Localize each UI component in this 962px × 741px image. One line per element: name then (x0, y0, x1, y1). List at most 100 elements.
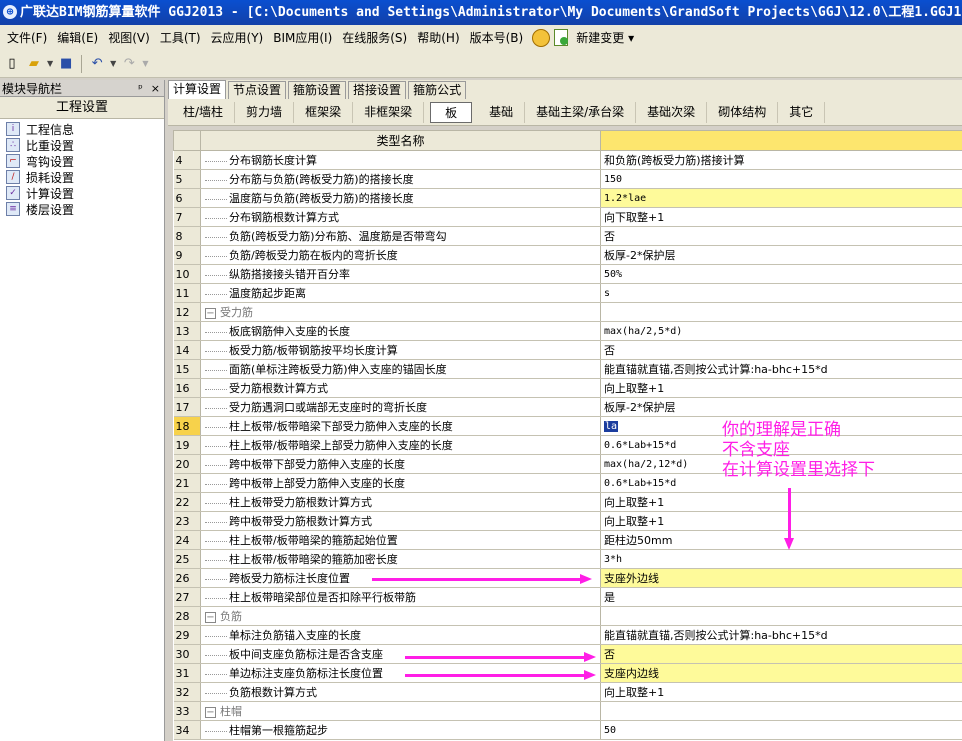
menu-tools[interactable]: 工具(T) (155, 27, 206, 49)
setting-value-cell[interactable]: 否 (600, 340, 962, 360)
grid-row[interactable]: 22 柱上板带受力筋根数计算方式 向上取整+1 (173, 492, 962, 512)
grid-category-row[interactable]: 28− 负筋 (173, 606, 962, 626)
subtab-foundation-main-beam[interactable]: 基础主梁/承台梁 (525, 101, 637, 123)
subtab-foundation-secondary-beam[interactable]: 基础次梁 (636, 101, 708, 123)
setting-value-cell[interactable]: 支座外边线 (600, 568, 962, 588)
grid-category-row[interactable]: 12− 受力筋 (173, 302, 962, 322)
grid-row[interactable]: 32 负筋根数计算方式 向上取整+1 (173, 682, 962, 702)
nav-item-hook[interactable]: ⌐ 弯钩设置 (0, 153, 164, 169)
setting-value-cell[interactable]: 否 (600, 644, 962, 664)
grid-row[interactable]: 31 单边标注支座负筋标注长度位置 支座内边线 (173, 663, 962, 683)
subtab-non-frame-beam[interactable]: 非框架梁 (353, 101, 425, 123)
grid-row[interactable]: 9 负筋/跨板受力筋在板内的弯折长度 板厚-2*保护层 (173, 245, 962, 265)
grid-row[interactable]: 16 受力筋根数计算方式 向上取整+1 (173, 378, 962, 398)
menu-file[interactable]: 文件(F) (2, 27, 52, 49)
grid-row[interactable]: 24 柱上板带/板带暗梁的箍筋起始位置 距柱边50mm (173, 530, 962, 550)
nav-item-loss[interactable]: / 损耗设置 (0, 169, 164, 185)
setting-value-cell[interactable]: 能直锚就直锚,否则按公式计算:ha-bhc+15*d (600, 359, 962, 379)
grid-row[interactable]: 5 分布筋与负筋(跨板受力筋)的搭接长度 150 (173, 169, 962, 189)
grid-row[interactable]: 30 板中间支座负筋标注是否含支座 否 (173, 644, 962, 664)
grid-row[interactable]: 34 柱帽第一根箍筋起步 50 (173, 720, 962, 740)
grid-row[interactable]: 14 板受力筋/板带钢筋按平均长度计算 否 (173, 340, 962, 360)
grid-row[interactable]: 27 柱上板带暗梁部位是否扣除平行板带筋 是 (173, 587, 962, 607)
setting-value-cell[interactable]: 向上取整+1 (600, 492, 962, 512)
setting-value-cell[interactable]: max(ha/2,5*d) (600, 321, 962, 341)
menu-view[interactable]: 视图(V) (103, 27, 155, 49)
grid-row[interactable]: 11 温度筋起步距离 s (173, 283, 962, 303)
setting-value-cell[interactable]: 支座内边线 (600, 663, 962, 683)
nav-section-project-settings[interactable]: 工程设置 (0, 97, 164, 119)
save-icon[interactable]: ■ (57, 55, 75, 73)
subtab-masonry[interactable]: 砌体结构 (707, 101, 779, 123)
nav-item-project-info[interactable]: i 工程信息 (0, 121, 164, 137)
grid-row[interactable]: 4 分布钢筋长度计算 和负筋(跨板受力筋)搭接计算 (173, 150, 962, 170)
setting-value-cell[interactable]: 50% (600, 264, 962, 284)
tab-lap-settings[interactable]: 搭接设置 (348, 81, 407, 99)
grid-category-row[interactable]: 33− 柱帽 (173, 701, 962, 721)
setting-value-cell[interactable]: s (600, 283, 962, 303)
undo-dropdown-icon[interactable]: ▼ (110, 59, 116, 68)
grid-row[interactable]: 29 单标注负筋锚入支座的长度 能直锚就直锚,否则按公式计算:ha-bhc+15*d (173, 625, 962, 645)
setting-value-cell[interactable]: 板厚-2*保护层 (600, 397, 962, 417)
subtab-foundation[interactable]: 基础 (478, 101, 526, 123)
setting-value-cell[interactable]: 向上取整+1 (600, 511, 962, 531)
setting-value-cell[interactable]: 3*h (600, 549, 962, 569)
tab-node-settings[interactable]: 节点设置 (228, 81, 287, 99)
nav-item-density[interactable]: ∴ 比重设置 (0, 137, 164, 153)
pin-icon[interactable]: ᵖ (138, 82, 143, 95)
setting-value-cell[interactable] (600, 302, 962, 322)
collapse-toggle-icon[interactable]: − (205, 307, 216, 319)
close-icon[interactable]: × (151, 82, 160, 95)
grid-row[interactable]: 10 纵筋搭接接头错开百分率 50% (173, 264, 962, 284)
menu-help[interactable]: 帮助(H) (412, 27, 464, 49)
category-cell: − 柱帽 (200, 701, 601, 721)
new-file-icon[interactable]: ▯ (3, 55, 21, 73)
menu-bim[interactable]: BIM应用(I) (268, 27, 337, 49)
open-folder-icon[interactable]: ▰ (25, 55, 43, 73)
nav-item-floor-settings[interactable]: ≡ 楼层设置 (0, 201, 164, 217)
setting-value-cell[interactable] (600, 606, 962, 626)
grid-row[interactable]: 6 温度筋与负筋(跨板受力筋)的搭接长度 1.2*lae (173, 188, 962, 208)
grid-row[interactable]: 13 板底钢筋伸入支座的长度 max(ha/2,5*d) (173, 321, 962, 341)
subtab-column[interactable]: 柱/墙柱 (172, 101, 236, 123)
setting-value-cell[interactable]: 50 (600, 720, 962, 740)
redo-dropdown-icon[interactable]: ▼ (142, 59, 148, 68)
setting-value-cell[interactable] (600, 701, 962, 721)
subtab-frame-beam[interactable]: 框架梁 (294, 101, 354, 123)
collapse-toggle-icon[interactable]: − (205, 706, 216, 718)
setting-value-cell[interactable]: 是 (600, 587, 962, 607)
subtab-other[interactable]: 其它 (778, 101, 826, 123)
grid-row[interactable]: 23 跨中板带受力筋根数计算方式 向上取整+1 (173, 511, 962, 531)
chevron-down-icon[interactable]: ▼ (47, 59, 53, 68)
subtab-slab[interactable]: 板 (430, 101, 473, 123)
subtab-shear-wall[interactable]: 剪力墙 (235, 101, 295, 123)
setting-value-cell[interactable]: 否 (600, 226, 962, 246)
setting-value-cell[interactable]: 150 (600, 169, 962, 189)
setting-value-cell[interactable]: 向下取整+1 (600, 207, 962, 227)
tab-stirrup-formula[interactable]: 箍筋公式 (408, 81, 467, 99)
setting-value-cell[interactable]: 能直锚就直锚,否则按公式计算:ha-bhc+15*d (600, 625, 962, 645)
grid-row[interactable]: 15 面筋(单标注跨板受力筋)伸入支座的锚固长度 能直锚就直锚,否则按公式计算:ha… (173, 359, 962, 379)
tab-calc-settings[interactable]: 计算设置 (168, 80, 227, 99)
nav-item-calc-settings[interactable]: ✓ 计算设置 (0, 185, 164, 201)
setting-value-cell[interactable]: 距柱边50mm (600, 530, 962, 550)
collapse-toggle-icon[interactable]: − (205, 611, 216, 623)
setting-value-cell[interactable]: 板厚-2*保护层 (600, 245, 962, 265)
redo-icon[interactable]: ↷ (120, 55, 138, 73)
setting-value-cell[interactable]: 和负筋(跨板受力筋)搭接计算 (600, 150, 962, 170)
menu-new-change[interactable]: 新建变更 ▾ (571, 27, 639, 49)
menu-version[interactable]: 版本号(B) (465, 27, 529, 49)
grid-row[interactable]: 17 受力筋遇洞口或端部无支座时的弯折长度 板厚-2*保护层 (173, 397, 962, 417)
menu-edit[interactable]: 编辑(E) (52, 27, 103, 49)
menu-online[interactable]: 在线服务(S) (337, 27, 412, 49)
grid-row[interactable]: 8 负筋(跨板受力筋)分布筋、温度筋是否带弯勾 否 (173, 226, 962, 246)
setting-value-cell[interactable]: 1.2*lae (600, 188, 962, 208)
setting-value-cell[interactable]: 向上取整+1 (600, 682, 962, 702)
setting-value-cell[interactable]: 向上取整+1 (600, 378, 962, 398)
user-avatar-icon[interactable] (532, 28, 551, 47)
undo-icon[interactable]: ↶ (88, 55, 106, 73)
menu-cloud[interactable]: 云应用(Y) (206, 27, 269, 49)
grid-row[interactable]: 7 分布钢筋根数计算方式 向下取整+1 (173, 207, 962, 227)
tab-stirrup-settings[interactable]: 箍筋设置 (288, 81, 347, 99)
grid-row[interactable]: 25 柱上板带/板带暗梁的箍筋加密长度 3*h (173, 549, 962, 569)
